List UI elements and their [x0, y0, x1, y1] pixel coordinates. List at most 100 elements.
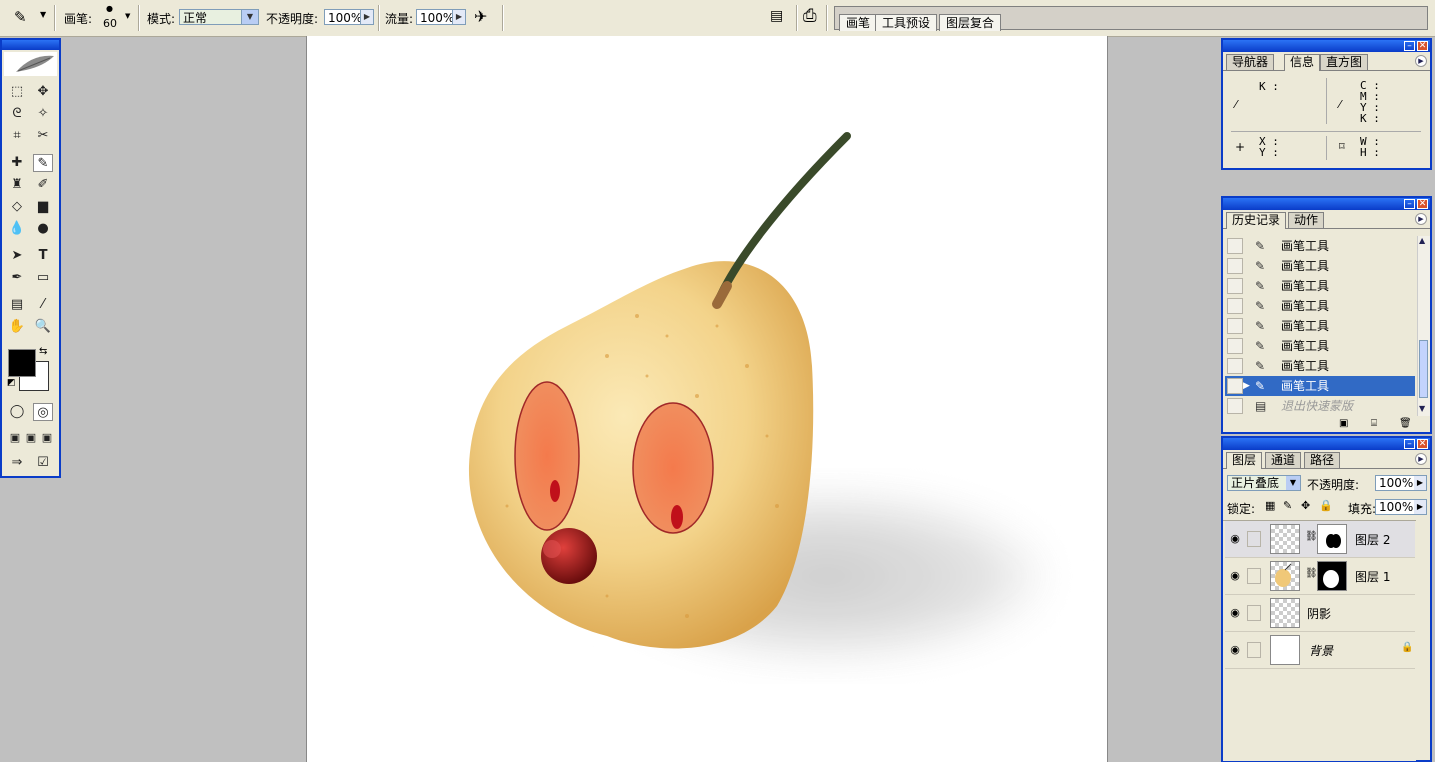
tool-preset-dropdown-icon[interactable]: ▼	[40, 10, 46, 19]
lock-all-icon[interactable]: 🔒	[1319, 499, 1333, 512]
pen-tool-icon[interactable]: ✒	[7, 269, 27, 287]
layer-row[interactable]: ◉ 背景 🔒	[1225, 632, 1415, 669]
brush-picker-arrow-icon[interactable]: ▼	[125, 12, 130, 20]
lasso-tool-icon[interactable]: ᘓ	[7, 105, 27, 123]
gradient-tool-icon[interactable]: ▆	[33, 198, 53, 216]
document-canvas[interactable]	[306, 36, 1108, 762]
minimize-icon[interactable]: –	[1404, 41, 1415, 51]
type-tool-icon[interactable]: T	[33, 247, 53, 265]
layer-row[interactable]: ◉ 阴影	[1225, 595, 1415, 632]
history-snapshot-checkbox[interactable]	[1227, 258, 1243, 274]
standard-mode-icon[interactable]: ◯	[7, 403, 27, 421]
chevron-right-icon[interactable]: ▶	[452, 10, 465, 24]
minimize-icon[interactable]: –	[1404, 199, 1415, 209]
history-item[interactable]: ✎ 画笔工具	[1225, 256, 1415, 276]
lock-transparency-icon[interactable]: ▦	[1265, 499, 1275, 512]
layer-link-box[interactable]	[1247, 568, 1261, 584]
blur-tool-icon[interactable]: 💧	[7, 220, 27, 238]
panel-menu-icon[interactable]: ▶	[1415, 55, 1427, 67]
shape-tool-icon[interactable]: ▭	[33, 269, 53, 287]
well-tab-layer-comps[interactable]: 图层复合	[939, 14, 1002, 31]
tab-history[interactable]: 历史记录	[1226, 212, 1287, 229]
close-icon[interactable]: ✕	[1417, 439, 1428, 449]
foreground-color-swatch[interactable]	[8, 349, 36, 377]
layers-panel-titlebar[interactable]	[1223, 438, 1430, 450]
history-snapshot-checkbox[interactable]	[1227, 338, 1243, 354]
history-item[interactable]: ▤ 退出快速蒙版	[1225, 396, 1415, 416]
history-snapshot-checkbox[interactable]	[1227, 398, 1243, 414]
eye-icon[interactable]: ◉	[1227, 568, 1243, 584]
history-panel-titlebar[interactable]	[1223, 198, 1430, 210]
layer-mask-thumbnail[interactable]	[1317, 561, 1347, 591]
info-panel-titlebar[interactable]	[1223, 40, 1430, 52]
tab-layers[interactable]: 图层	[1226, 452, 1263, 469]
path-selection-tool-icon[interactable]: ➤	[7, 247, 27, 265]
history-snapshot-checkbox[interactable]	[1227, 318, 1243, 334]
hand-tool-icon[interactable]: ✋	[7, 318, 27, 336]
slice-tool-icon[interactable]: ✂	[33, 127, 53, 145]
history-snapshot-checkbox[interactable]	[1227, 298, 1243, 314]
brush-size[interactable]: 60	[103, 17, 117, 30]
toolbox-titlebar[interactable]	[2, 40, 59, 50]
crop-tool-icon[interactable]: ⌗	[7, 127, 27, 145]
well-tab-tool-presets[interactable]: 工具预设	[875, 14, 938, 31]
notes-tool-icon[interactable]: ▤	[7, 296, 27, 314]
marquee-tool-icon[interactable]: ⬚	[7, 83, 27, 101]
minimize-icon[interactable]: –	[1404, 439, 1415, 449]
eye-icon[interactable]: ◉	[1227, 642, 1243, 658]
scroll-down-icon[interactable]: ▼	[1419, 404, 1425, 413]
adobe-feather-icon[interactable]	[4, 52, 57, 76]
history-item[interactable]: ✎ 画笔工具	[1225, 236, 1415, 256]
screen-mode-full-icon[interactable]: ▣	[37, 429, 57, 447]
lock-position-icon[interactable]: ✥	[1301, 499, 1310, 512]
history-item[interactable]: ✎ 画笔工具	[1225, 336, 1415, 356]
history-snapshot-checkbox[interactable]	[1227, 378, 1243, 394]
healing-brush-tool-icon[interactable]: ✚	[7, 154, 27, 172]
history-item[interactable]: ✎ 画笔工具	[1225, 356, 1415, 376]
well-tab-brush[interactable]: 画笔	[839, 14, 878, 31]
file-browser-icon[interactable]: ⎙	[803, 6, 817, 26]
flow-input[interactable]: 100% ▶	[416, 9, 466, 25]
close-icon[interactable]: ✕	[1417, 199, 1428, 209]
jump-to-imageready-icon[interactable]: ⇒	[7, 454, 27, 472]
scroll-up-icon[interactable]: ▲	[1419, 236, 1425, 245]
history-snapshot-checkbox[interactable]	[1227, 238, 1243, 254]
chevron-down-icon[interactable]: ▼	[1286, 476, 1300, 490]
history-item[interactable]: ✎ 画笔工具	[1225, 316, 1415, 336]
chevron-right-icon[interactable]: ▶	[360, 10, 373, 24]
blend-mode-select[interactable]: 正片叠底 ▼	[1227, 475, 1301, 491]
swap-colors-icon[interactable]: ⇆	[39, 346, 47, 357]
edit-in-imageready-icon[interactable]: ☑	[33, 454, 53, 472]
eraser-tool-icon[interactable]: ◇	[7, 198, 27, 216]
fill-input[interactable]: 100% ▶	[1375, 499, 1427, 515]
clone-stamp-tool-icon[interactable]: ♜	[7, 176, 27, 194]
tab-info[interactable]: 信息	[1284, 54, 1321, 71]
magic-wand-tool-icon[interactable]: ✧	[33, 105, 53, 123]
history-item[interactable]: ✎ 画笔工具	[1225, 276, 1415, 296]
layer-link-box[interactable]	[1247, 605, 1261, 621]
chevron-right-icon[interactable]: ▶	[1414, 500, 1426, 514]
layer-link-box[interactable]	[1247, 531, 1261, 547]
chevron-right-icon[interactable]: ▶	[1414, 476, 1426, 490]
trash-icon[interactable]: 🗑	[1399, 418, 1412, 429]
scrollbar-thumb[interactable]	[1419, 340, 1428, 398]
airbrush-icon[interactable]: ✈	[474, 7, 487, 26]
history-snapshot-checkbox[interactable]	[1227, 358, 1243, 374]
snapshot-icon[interactable]: ⌸	[1371, 418, 1377, 429]
layer-row[interactable]: ◉ ⛓ 图层 1	[1225, 558, 1415, 595]
quick-mask-mode-icon[interactable]: ◎	[33, 403, 53, 421]
brush-tool-icon[interactable]: ✎	[33, 154, 53, 172]
mode-select[interactable]: 正常 ▼	[179, 9, 259, 25]
history-item-current[interactable]: ▶ ✎ 画笔工具	[1225, 376, 1415, 396]
close-icon[interactable]: ✕	[1417, 41, 1428, 51]
brush-tool-icon[interactable]: ✎	[14, 8, 27, 26]
tab-actions[interactable]: 动作	[1288, 212, 1325, 228]
history-brush-tool-icon[interactable]: ✐	[33, 176, 53, 194]
chain-link-icon[interactable]: ⛓	[1305, 531, 1318, 542]
layer-mask-thumbnail[interactable]	[1317, 524, 1347, 554]
new-document-icon[interactable]: ▣	[1339, 418, 1348, 429]
tab-paths[interactable]: 路径	[1304, 452, 1341, 468]
lock-pixels-icon[interactable]: ✎	[1283, 499, 1292, 512]
layer-opacity-input[interactable]: 100% ▶	[1375, 475, 1427, 491]
eye-icon[interactable]: ◉	[1227, 605, 1243, 621]
